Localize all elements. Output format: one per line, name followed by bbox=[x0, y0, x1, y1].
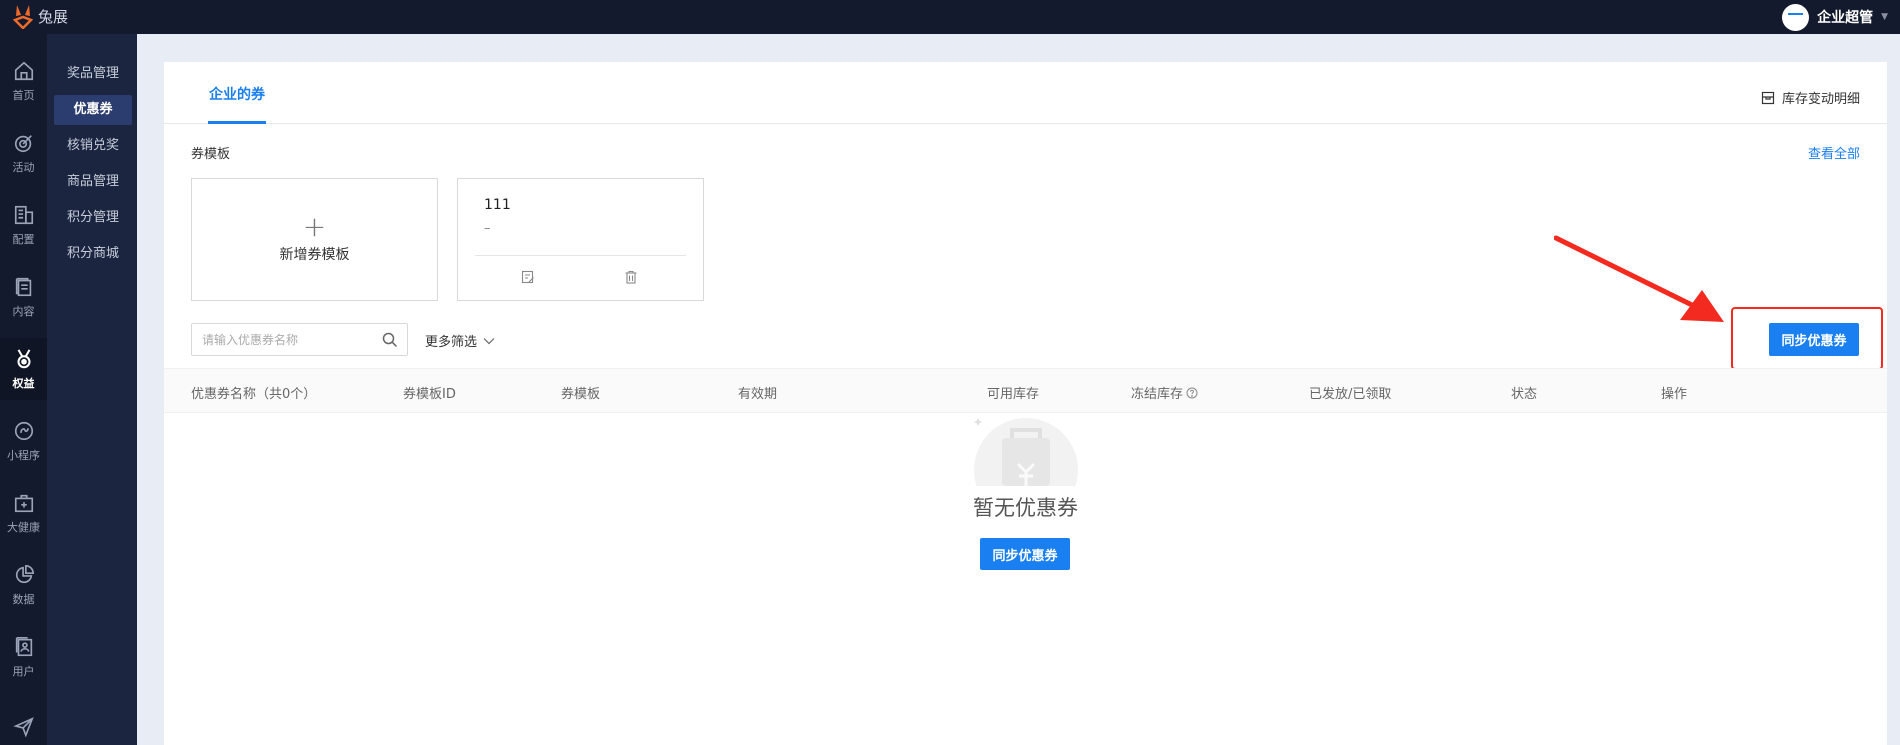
column-header-template-id: 券模板ID bbox=[403, 387, 456, 402]
column-header-available-stock: 可用库存 bbox=[987, 387, 1040, 402]
template-desc: – bbox=[484, 221, 491, 236]
nav-label: 数据 bbox=[12, 592, 35, 606]
subnav-item-points[interactable]: 积分管理 bbox=[54, 203, 132, 233]
nav-label: 首页 bbox=[12, 88, 35, 102]
nav-label: 配置 bbox=[12, 232, 35, 246]
coupon-search-input[interactable] bbox=[202, 331, 372, 349]
empty-coupon-illustration bbox=[973, 418, 1078, 486]
tab-enterprise-coupons[interactable]: 企业的券 bbox=[209, 84, 265, 104]
search-icon[interactable] bbox=[382, 332, 398, 348]
home-icon bbox=[14, 61, 33, 80]
avatar[interactable] bbox=[1782, 3, 1810, 31]
medal-icon bbox=[16, 348, 31, 368]
nav-item-config[interactable]: 配置 bbox=[0, 194, 47, 256]
add-template-card[interactable]: + 新增券模板 bbox=[191, 178, 438, 301]
nav-item-content[interactable]: 内容 bbox=[0, 266, 47, 328]
nav-label: 用户 bbox=[12, 664, 35, 678]
pie-chart-icon bbox=[15, 564, 34, 583]
document-icon bbox=[15, 277, 31, 296]
app-logo[interactable]: 兔展 bbox=[12, 2, 72, 30]
template-section-title: 券模板 bbox=[191, 147, 231, 162]
more-filter-button[interactable]: 更多筛选 bbox=[425, 331, 495, 350]
medical-kit-icon bbox=[14, 494, 33, 512]
column-header-validity: 有效期 bbox=[738, 387, 778, 402]
column-header-template: 券模板 bbox=[561, 387, 601, 402]
empty-state-text: 暂无优惠券 bbox=[973, 496, 1078, 520]
tab-bar: 企业的券 库存变动明细 bbox=[164, 62, 1887, 124]
column-header-issued-claimed: 已发放/已领取 bbox=[1309, 387, 1392, 402]
subnav-item-redeem[interactable]: 核销兑奖 bbox=[54, 131, 132, 161]
logo-text: 兔展 bbox=[38, 7, 69, 26]
column-header-frozen-stock: 冻结库存 bbox=[1131, 383, 1198, 402]
send-icon bbox=[12, 716, 34, 738]
nav-label: 权益 bbox=[12, 376, 35, 390]
building-icon bbox=[14, 205, 33, 224]
empty-sync-coupons-button[interactable]: 同步优惠券 bbox=[980, 538, 1070, 570]
stock-change-label[interactable]: 库存变动明细 bbox=[1782, 88, 1860, 107]
more-filter-label[interactable]: 更多筛选 bbox=[425, 331, 477, 350]
target-icon bbox=[14, 134, 32, 152]
caret-down-icon[interactable]: ▼ bbox=[1881, 12, 1888, 22]
template-card[interactable]: 111 – bbox=[457, 178, 704, 301]
nav-item-send[interactable] bbox=[0, 698, 47, 745]
trash-icon[interactable] bbox=[624, 270, 638, 284]
nav-label: 活动 bbox=[12, 160, 35, 174]
coupon-search-box[interactable] bbox=[191, 323, 408, 356]
plus-icon: + bbox=[302, 209, 327, 243]
primary-sidebar: 首页 活动 配置 内容 权益 小程序 大健康 数据 用户 bbox=[0, 34, 47, 745]
subnav-item-coupons[interactable]: 优惠券 bbox=[54, 95, 132, 125]
top-bar: 兔展 企业超管 ▼ bbox=[0, 0, 1900, 34]
nav-item-miniprogram[interactable]: 小程序 bbox=[0, 410, 47, 472]
add-template-label: 新增券模板 bbox=[279, 246, 350, 263]
secondary-sidebar: 奖品管理 优惠券 核销兑奖 商品管理 积分管理 积分商城 bbox=[47, 34, 137, 745]
nav-item-users[interactable]: 用户 bbox=[0, 626, 47, 688]
annotation-arrow bbox=[1554, 235, 1724, 322]
user-name[interactable]: 企业超管 bbox=[1817, 7, 1873, 27]
nav-item-data[interactable]: 数据 bbox=[0, 554, 47, 616]
subnav-item-prizes[interactable]: 奖品管理 bbox=[54, 59, 132, 89]
nav-label: 内容 bbox=[12, 304, 35, 318]
sync-coupons-button[interactable]: 同步优惠券 bbox=[1769, 323, 1859, 356]
nav-item-health[interactable]: 大健康 bbox=[0, 482, 47, 544]
rabbit-logo-icon bbox=[12, 5, 34, 29]
frozen-stock-label: 冻结库存 bbox=[1131, 387, 1184, 402]
stock-change-link[interactable]: 库存变动明细 bbox=[1761, 88, 1860, 107]
tab-active-indicator bbox=[208, 121, 266, 124]
box-icon bbox=[1761, 91, 1775, 104]
nav-label: 大健康 bbox=[7, 520, 40, 534]
nav-item-benefits[interactable]: 权益 bbox=[0, 338, 47, 400]
view-all-link[interactable]: 查看全部 bbox=[1808, 143, 1860, 162]
nav-item-activity[interactable]: 活动 bbox=[0, 122, 47, 184]
column-header-name: 优惠券名称（共0个） bbox=[191, 387, 317, 402]
column-header-status: 状态 bbox=[1511, 387, 1538, 402]
chevron-down-icon bbox=[483, 337, 495, 344]
nav-item-home[interactable]: 首页 bbox=[0, 50, 47, 112]
help-icon[interactable] bbox=[1186, 387, 1198, 399]
nav-label: 小程序 bbox=[7, 448, 40, 462]
edit-icon[interactable] bbox=[521, 270, 535, 284]
table-header: 优惠券名称（共0个） 券模板ID 券模板 有效期 可用库存 冻结库存 已发放/已… bbox=[164, 368, 1887, 413]
user-menu[interactable]: 企业超管 ▼ bbox=[1782, 2, 1888, 32]
divider bbox=[475, 255, 686, 256]
column-header-actions: 操作 bbox=[1661, 387, 1688, 402]
subnav-item-products[interactable]: 商品管理 bbox=[54, 167, 132, 197]
main-card: 企业的券 库存变动明细 券模板 查看全部 + 新增券模板 111 – 更多筛选 … bbox=[164, 62, 1887, 745]
contact-book-icon bbox=[15, 636, 32, 656]
subnav-item-points-mall[interactable]: 积分商城 bbox=[54, 239, 132, 269]
link-icon bbox=[14, 421, 33, 440]
template-name: 111 bbox=[484, 197, 511, 213]
